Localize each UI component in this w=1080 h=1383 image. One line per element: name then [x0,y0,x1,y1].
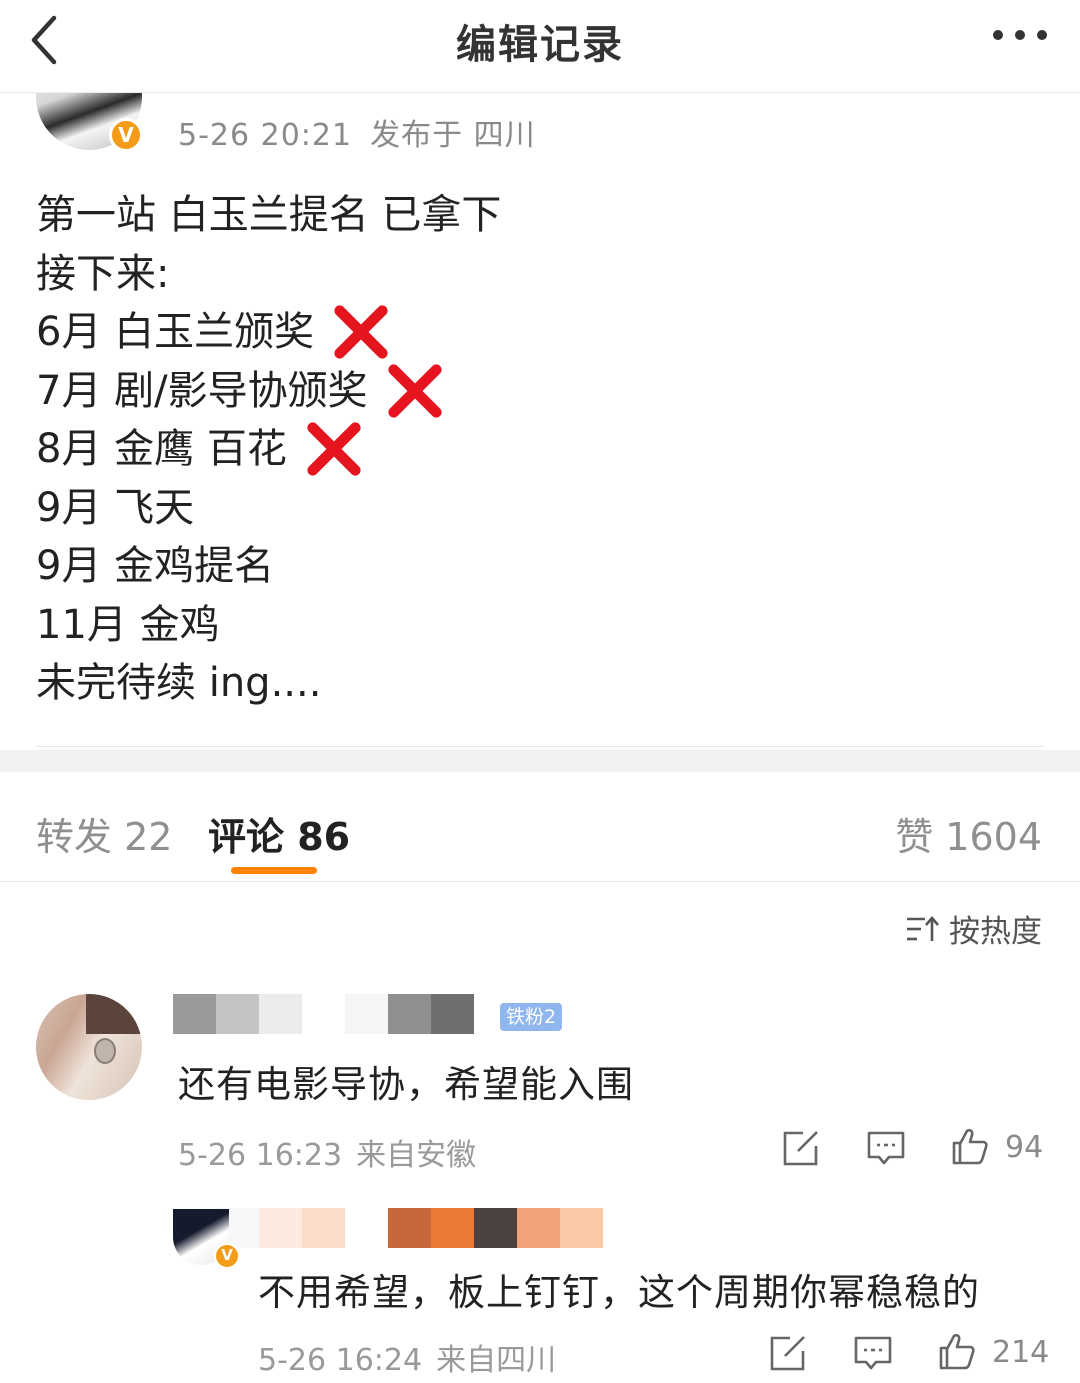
post-meta: 5-26 20:21 发布于 四川 [178,110,536,154]
red-cross-icon [307,422,361,476]
comment-time: 5-26 16:24 [258,1343,423,1378]
comment-time: 5-26 16:23 [178,1138,343,1173]
post-line-text: 接下来: [36,250,170,297]
comment-location: 来自四川 [436,1343,557,1378]
like-count: 214 [992,1335,1050,1370]
post-line-text: 11月 金鸡 [36,601,220,648]
tab-repost[interactable]: 转发 22 [36,806,172,861]
like-count: 94 [1005,1130,1044,1165]
fan-level-badge: 铁粉2 [500,1003,563,1031]
verified-badge-icon: V [109,118,143,152]
post-line: 7月 剧/影导协颁奖 [36,362,501,421]
divider [36,746,1044,747]
comment-text: 还有电影导协，希望能入围 [178,1063,634,1106]
like-icon[interactable] [937,1331,977,1371]
post-line-text: 第一站 白玉兰提名 已拿下 [36,192,502,238]
post-line: 9月 金鸡提名 [36,537,501,596]
tab-likes[interactable]: 赞 1604 [895,806,1042,861]
comment-text: 不用希望，板上钉钉，这个周期你幂稳稳的 [258,1271,980,1314]
post-line-text: 6月 白玉兰颁奖 [36,309,315,355]
tab-comments[interactable]: 评论 86 [208,806,350,861]
comment-location: 来自安徽 [356,1138,477,1173]
post-line-text: 7月 剧/影导协颁奖 [36,367,368,414]
post-line: 未完待续 ing.... [36,654,501,713]
comment-meta: 5-26 16:24 来自四川 [258,1335,556,1379]
red-cross-icon [334,305,388,359]
page-title: 编辑记录 [456,22,624,68]
comment-icon[interactable] [866,1128,906,1168]
share-icon[interactable] [781,1128,821,1168]
post-line: 11月 金鸡 [36,596,501,655]
comment-meta: 5-26 16:23 来自安徽 [178,1130,476,1174]
divider [0,881,1080,882]
post-line-text: 未完待续 ing.... [36,660,322,706]
post-body: 第一站 白玉兰提名 已拿下 接下来: 6月 白玉兰颁奖 7月 剧/影导协颁奖 8月 金鹰… [36,186,501,713]
post-line-text: 9月 金鸡提名 [36,543,275,589]
post-location: 发布于 四川 [370,118,536,153]
comment-icon[interactable] [853,1333,893,1373]
commenter-avatar[interactable] [36,994,142,1100]
sort-button[interactable]: 按热度 [905,906,1042,951]
post-line: 第一站 白玉兰提名 已拿下 [36,186,501,245]
post-line: 8月 金鹰 百花 [36,420,501,479]
top-nav-bar: 编辑记录 [0,0,1080,93]
red-cross-icon [388,364,442,418]
like-icon[interactable] [950,1126,990,1166]
post-line: 接下来: [36,245,501,304]
more-horizontal-icon[interactable] [990,20,1050,50]
post-line: 6月 白玉兰颁奖 [36,303,501,362]
verified-badge-icon: V [214,1243,240,1269]
sort-label: 按热度 [949,914,1042,950]
share-icon[interactable] [768,1333,808,1373]
section-gap [0,750,1080,772]
active-tab-indicator [231,867,317,874]
sort-icon [907,915,939,941]
commenter-name-pixelated[interactable] [173,1208,603,1248]
post-line-text: 9月 飞天 [36,484,195,531]
post-time: 5-26 20:21 [178,118,353,153]
commenter-name-pixelated[interactable] [173,994,474,1034]
post-line: 9月 飞天 [36,479,501,538]
post-line-text: 8月 金鹰 百花 [36,426,287,472]
